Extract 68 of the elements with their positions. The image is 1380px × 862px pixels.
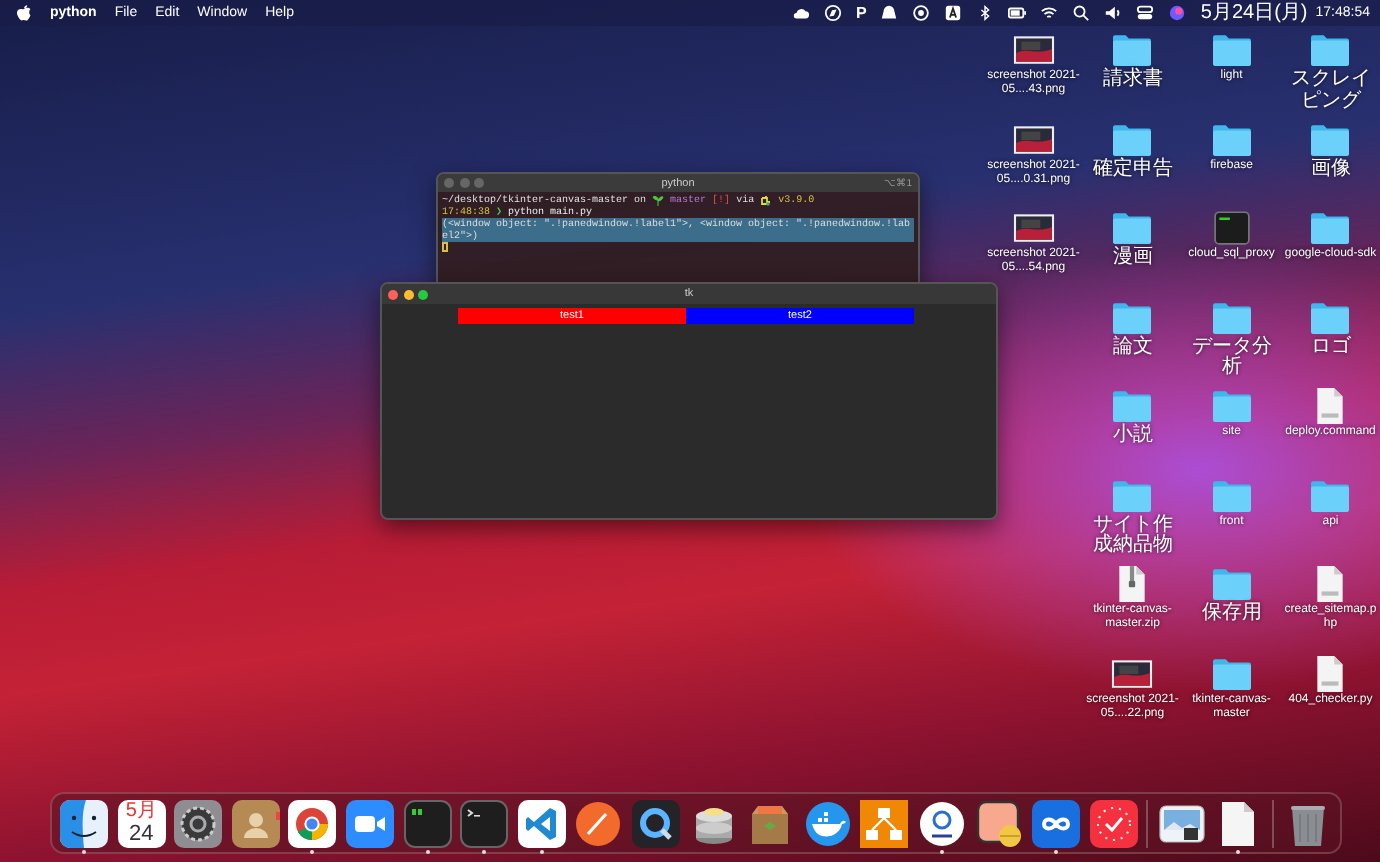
battery-icon[interactable]	[1008, 4, 1027, 22]
folder-icon[interactable]	[1110, 386, 1155, 424]
file-name[interactable]: 小説	[1084, 426, 1181, 447]
cloud-icon[interactable]	[792, 4, 811, 22]
bluetooth-icon[interactable]	[976, 4, 995, 22]
file-name[interactable]: ロゴ	[1282, 337, 1379, 358]
folder-icon[interactable]	[1110, 30, 1155, 68]
pen-icon[interactable]	[574, 800, 623, 848]
wifi-icon[interactable]	[1040, 4, 1059, 22]
file-name[interactable]: データ分析	[1183, 337, 1280, 379]
terminal-icon[interactable]	[403, 800, 452, 848]
file-name[interactable]: 請求書	[1084, 70, 1181, 91]
person-icon[interactable]	[231, 800, 280, 848]
ring-icon[interactable]	[917, 800, 966, 848]
card-icon[interactable]	[975, 800, 1023, 848]
magnifier-icon[interactable]	[631, 800, 680, 848]
folder-icon[interactable]	[1209, 119, 1254, 157]
calendar-icon[interactable]: 5月 24	[117, 800, 166, 848]
folder-icon[interactable]	[1209, 297, 1254, 335]
code-editor-icon[interactable]	[517, 800, 566, 848]
flowchart-icon[interactable]	[860, 800, 909, 848]
toggle-icon[interactable]	[1136, 4, 1155, 22]
file-name[interactable]: 論文	[1084, 337, 1181, 358]
clock-icon[interactable]	[1089, 800, 1138, 848]
menu-bar-date[interactable]: 5月24日(月)	[1200, 1, 1308, 25]
close-button[interactable]	[388, 289, 398, 299]
letter-a-icon[interactable]	[944, 4, 963, 22]
infinity-icon[interactable]	[1032, 800, 1081, 848]
file-name[interactable]: サイト作成納品物	[1084, 515, 1181, 557]
folder-icon[interactable]	[1110, 297, 1155, 335]
file-name[interactable]: 画像	[1282, 159, 1379, 180]
face-icon[interactable]	[60, 800, 108, 848]
file-name[interactable]: 保存用	[1183, 604, 1280, 625]
hat-icon[interactable]	[880, 4, 899, 22]
browser-icon[interactable]	[288, 800, 337, 848]
minimize-button[interactable]	[403, 289, 413, 299]
calendar-day: 24	[128, 822, 154, 846]
folder-icon[interactable]	[1308, 30, 1353, 68]
folder-icon[interactable]	[1209, 564, 1254, 602]
zoom-button[interactable]	[418, 289, 428, 299]
search-icon[interactable]	[1072, 4, 1091, 22]
folder-icon[interactable]	[1308, 297, 1353, 335]
file-name[interactable]: スクレイピング	[1282, 70, 1379, 112]
file-name[interactable]: 漫画	[1084, 248, 1181, 269]
snake-icon	[760, 194, 773, 206]
folder-icon[interactable]	[1308, 119, 1353, 157]
orb-icon[interactable]	[1168, 4, 1187, 22]
text-cursor	[442, 242, 448, 252]
apple-icon[interactable]	[16, 4, 32, 22]
status-letter[interactable]: P	[856, 4, 867, 22]
screenshot-thumbnail-icon[interactable]	[1011, 208, 1056, 246]
folder-icon[interactable]	[1110, 119, 1155, 157]
record-icon[interactable]	[912, 4, 931, 22]
compass-icon[interactable]	[824, 4, 843, 22]
folder-icon[interactable]	[1308, 208, 1353, 246]
folder-icon[interactable]	[1209, 653, 1254, 691]
folder-icon[interactable]	[1209, 30, 1254, 68]
screenshot-thumbnail-icon[interactable]	[1011, 30, 1056, 68]
video-camera-icon[interactable]	[345, 800, 394, 848]
photo-icon[interactable]	[1157, 800, 1206, 848]
calendar-month: 5月	[125, 800, 157, 822]
file-name[interactable]: 確定申告	[1084, 159, 1181, 180]
gear-icon[interactable]	[174, 800, 223, 848]
terminal-file-icon[interactable]	[1209, 208, 1254, 246]
folder-icon[interactable]	[1110, 208, 1155, 246]
sprout-icon	[652, 194, 665, 206]
whale-icon[interactable]	[803, 800, 852, 848]
speaker-icon[interactable]	[1104, 4, 1123, 22]
